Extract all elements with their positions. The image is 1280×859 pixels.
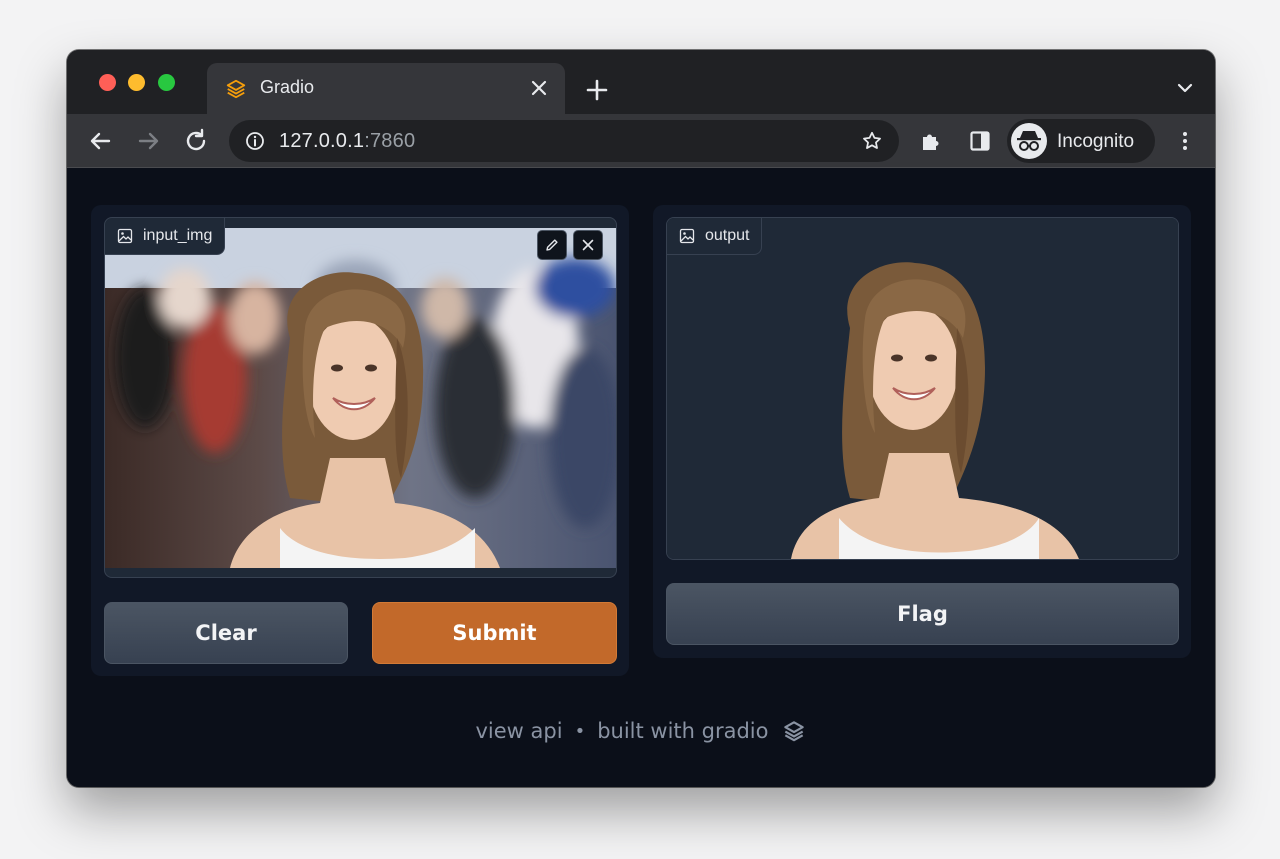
close-window-button[interactable] — [99, 74, 116, 91]
output-image — [667, 218, 1178, 559]
input-image — [105, 228, 616, 568]
incognito-profile-button[interactable]: Incognito — [1007, 119, 1155, 163]
remove-image-button[interactable] — [573, 230, 603, 260]
gradio-logo-icon — [783, 721, 804, 742]
minimize-window-button[interactable] — [128, 74, 145, 91]
close-tab-icon[interactable] — [527, 76, 551, 100]
browser-window: Gradio 127.0.0.1:7860 Incognito input_im… — [67, 50, 1215, 787]
output-panel: output Flag — [653, 205, 1191, 658]
forward-arrow-icon[interactable] — [134, 127, 162, 155]
chevron-down-icon[interactable] — [1175, 78, 1195, 98]
edit-image-button[interactable] — [537, 230, 567, 260]
url-text: 127.0.0.1:7860 — [279, 130, 415, 153]
extensions-puzzle-icon[interactable] — [919, 129, 943, 153]
maximize-window-button[interactable] — [158, 74, 175, 91]
pencil-icon — [546, 239, 558, 251]
browser-tab-gradio[interactable]: Gradio — [207, 63, 565, 114]
tab-title: Gradio — [260, 77, 315, 97]
image-icon — [117, 228, 133, 244]
profile-label: Incognito — [1057, 131, 1135, 152]
tab-strip: Gradio — [67, 50, 1215, 114]
close-icon — [582, 239, 594, 251]
back-arrow-icon[interactable] — [87, 127, 115, 155]
input-panel: input_img Clear Submit — [91, 205, 629, 676]
input-image-block[interactable]: input_img — [104, 217, 617, 578]
bookmark-star-icon[interactable] — [861, 130, 883, 152]
browser-menu-icon[interactable] — [1173, 129, 1197, 153]
browser-toolbar: 127.0.0.1:7860 Incognito — [67, 114, 1215, 168]
input-image-label: input_img — [105, 218, 226, 255]
flag-button[interactable]: Flag — [666, 583, 1179, 645]
output-image-block: output — [666, 217, 1179, 560]
footer: view api • built with gradio — [67, 718, 1215, 744]
side-panel-icon[interactable] — [968, 129, 992, 153]
output-image-label-text: output — [705, 227, 750, 244]
input-image-label-text: input_img — [143, 227, 213, 244]
site-info-icon[interactable] — [245, 131, 265, 151]
view-api-link[interactable]: view api — [476, 719, 563, 743]
submit-button[interactable]: Submit — [372, 602, 617, 664]
new-tab-icon[interactable] — [583, 76, 611, 104]
gradio-logo-icon — [226, 79, 246, 99]
output-image-label: output — [667, 218, 763, 255]
built-with-gradio-link[interactable]: built with gradio — [597, 719, 768, 743]
image-icon — [679, 228, 695, 244]
clear-button[interactable]: Clear — [104, 602, 348, 664]
url-host: 127.0.0.1 — [279, 130, 365, 152]
incognito-icon — [1011, 123, 1047, 159]
gradio-app: input_img Clear Submit output Flag view … — [67, 168, 1215, 787]
reload-icon[interactable] — [182, 127, 210, 155]
footer-separator: • — [574, 720, 586, 742]
url-port: :7860 — [364, 130, 416, 152]
address-bar[interactable]: 127.0.0.1:7860 — [229, 120, 899, 162]
